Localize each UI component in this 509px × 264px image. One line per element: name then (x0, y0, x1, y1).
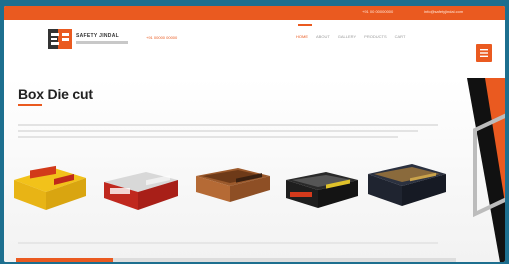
caption-text (18, 242, 438, 244)
intro-text (18, 136, 398, 138)
topbar-phone[interactable]: +91 00 00000000 (362, 9, 393, 14)
product-image[interactable] (10, 164, 90, 212)
page-title: Box Die cut (18, 86, 93, 102)
menu-button[interactable] (476, 44, 492, 62)
product-image[interactable] (192, 166, 274, 210)
product-image[interactable] (282, 168, 362, 214)
nav-item-home[interactable]: HOME (296, 34, 308, 39)
nav-active-indicator (298, 24, 312, 26)
product-image[interactable] (364, 162, 450, 212)
intro-text (18, 124, 438, 126)
top-bar: +91 00 00000000 info@safetyjindal.com (4, 6, 505, 20)
section-divider (16, 258, 456, 262)
site-logo[interactable] (48, 27, 72, 51)
nav-item-about[interactable]: ABOUT (316, 34, 330, 39)
topbar-email[interactable]: info@safetyjindal.com (424, 9, 463, 14)
header-phone[interactable]: +91 00000 00000 (146, 35, 177, 40)
intro-text (18, 130, 418, 132)
nav-item-cart[interactable]: CART (395, 34, 406, 39)
browser-viewport: +91 00 00000000 info@safetyjindal.com SA… (4, 6, 505, 262)
nav-item-gallery[interactable]: GALLERY (338, 34, 356, 39)
site-header (4, 20, 505, 78)
brand-name[interactable]: SAFETY JINDAL (76, 33, 119, 39)
nav-item-products[interactable]: PRODUCTS (364, 34, 386, 39)
brand-tagline (76, 41, 128, 44)
product-image[interactable] (100, 168, 182, 212)
menu-icon (480, 49, 488, 57)
title-underline (18, 104, 42, 106)
main-nav: HOME ABOUT GALLERY PRODUCTS CART (296, 34, 405, 39)
